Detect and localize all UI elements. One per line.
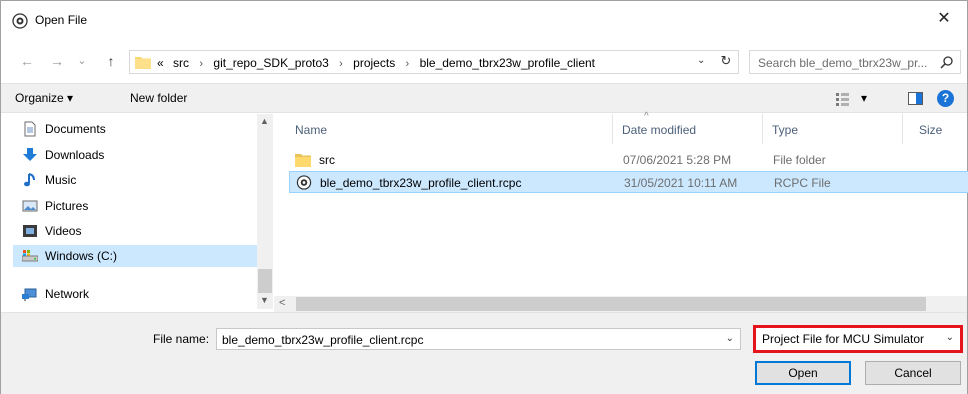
view-grid-icon [836, 93, 849, 106]
sidebar-item-label: Network [45, 287, 90, 301]
sidebar-item-label: Documents [45, 122, 106, 136]
table-row-selected[interactable]: ble_demo_tbrx23w_profile_client.rcpc 31/… [289, 171, 968, 193]
organize-button[interactable]: Organize ▾ [15, 91, 73, 105]
column-header-date-modified[interactable]: Date modified [622, 123, 696, 137]
column-divider[interactable] [902, 114, 903, 144]
refresh-button[interactable]: ↻ [716, 53, 736, 71]
network-icon [22, 288, 37, 301]
sidebar-item-label: Pictures [45, 199, 89, 213]
search-box[interactable]: Search ble_demo_tbrx23w_pr... [749, 50, 961, 74]
file-type-filter-select[interactable]: Project File for MCU Simulator ⌄ [753, 325, 963, 353]
drive-icon [22, 250, 38, 262]
breadcrumb-item-projects[interactable]: projects [353, 56, 395, 70]
file-date: 07/06/2021 5:28 PM [623, 153, 732, 167]
table-row[interactable]: src 07/06/2021 5:28 PM File folder [289, 149, 968, 171]
cancel-button[interactable]: Cancel [865, 361, 961, 385]
breadcrumb-item-git-repo[interactable]: git_repo_SDK_proto3 [213, 56, 328, 70]
breadcrumb-item-current[interactable]: ble_demo_tbrx23w_profile_client [420, 56, 595, 70]
back-button[interactable]: ← [17, 51, 37, 73]
file-name: ble_demo_tbrx23w_profile_client.rcpc [320, 176, 522, 190]
sidebar-item-label: Music [45, 173, 77, 187]
open-file-dialog: Open File ✕ ← → ⌄ ↑ « src › git_repo_SDK… [0, 0, 968, 394]
file-name-value[interactable]: ble_demo_tbrx23w_profile_client.rcpc [222, 333, 423, 347]
chevron-down-icon: ▾ [861, 91, 868, 105]
chevron-down-icon[interactable]: ⌄ [726, 333, 734, 344]
videos-icon [23, 225, 37, 237]
file-type: File folder [773, 153, 826, 167]
column-header-type[interactable]: Type [772, 123, 798, 137]
sidebar-item-videos[interactable]: Videos [13, 220, 258, 242]
music-icon [24, 173, 35, 187]
breadcrumb-item-src[interactable]: src [173, 56, 189, 70]
file-type: RCPC File [774, 176, 831, 190]
close-button[interactable]: ✕ [921, 1, 967, 39]
search-input[interactable]: Search ble_demo_tbrx23w_pr... [758, 56, 927, 70]
address-bar[interactable]: « src › git_repo_SDK_proto3 › projects ›… [129, 50, 739, 74]
scrollbar-thumb[interactable] [296, 297, 926, 311]
scroll-up-arrow-icon[interactable]: ▲ [260, 116, 269, 126]
sidebar-item-network[interactable]: Network [13, 283, 258, 305]
documents-icon [24, 121, 36, 137]
column-divider[interactable] [762, 114, 763, 144]
breadcrumb: « src › git_repo_SDK_proto3 › projects ›… [157, 56, 595, 70]
breadcrumb-separator[interactable]: › [199, 58, 203, 70]
search-icon[interactable] [940, 55, 954, 69]
folder-icon [135, 57, 151, 69]
scroll-left-arrow-icon[interactable]: < [279, 297, 285, 309]
sidebar-item-windows-c[interactable]: Windows (C:) [13, 245, 258, 267]
column-header-size[interactable]: Size [919, 123, 942, 137]
breadcrumb-separator[interactable]: › [406, 58, 410, 70]
file-list: ^ Name Date modified Type Size src 07/06… [274, 111, 968, 309]
change-view-button[interactable]: ▾ [836, 91, 876, 107]
downloads-icon [23, 148, 37, 161]
sidebar-item-downloads[interactable]: Downloads [13, 144, 258, 166]
file-type-filter-value[interactable]: Project File for MCU Simulator [762, 332, 924, 346]
navigation-scrollbar[interactable]: ▲ ▼ [257, 114, 273, 309]
sidebar-item-pictures[interactable]: Pictures [13, 195, 258, 217]
window-title: Open File [35, 13, 88, 27]
sidebar-item-documents[interactable]: Documents [13, 118, 258, 140]
file-date: 31/05/2021 10:11 AM [624, 176, 738, 190]
sort-ascending-icon: ^ [644, 111, 649, 122]
recent-locations-button[interactable]: ⌄ [72, 51, 92, 73]
dialog-footer: File name: ble_demo_tbrx23w_profile_clie… [1, 312, 967, 394]
command-toolbar: Organize ▾ New folder ▾ ? [1, 83, 967, 113]
column-divider[interactable] [612, 114, 613, 144]
rcpc-file-icon [296, 175, 312, 190]
address-dropdown-icon[interactable]: ⌄ [697, 55, 705, 66]
open-button[interactable]: Open [755, 361, 851, 385]
forward-button[interactable]: → [47, 51, 67, 73]
up-button[interactable]: ↑ [101, 51, 121, 73]
sidebar-item-label: Windows (C:) [45, 249, 118, 263]
scroll-down-arrow-icon[interactable]: ▼ [260, 295, 269, 305]
sidebar-item-label: Videos [45, 224, 82, 238]
column-header-name[interactable]: Name [295, 123, 327, 137]
file-name: src [319, 153, 335, 167]
navigation-pane: Documents Downloads Music Pictures Video… [1, 114, 273, 309]
help-icon[interactable]: ? [937, 90, 954, 107]
scrollbar-thumb[interactable] [258, 269, 272, 293]
folder-icon [295, 154, 311, 167]
breadcrumb-overflow[interactable]: « [157, 56, 164, 70]
file-name-label: File name: [153, 332, 210, 346]
pictures-icon [22, 200, 38, 212]
preview-pane-icon[interactable] [908, 92, 923, 105]
sidebar-item-label: Downloads [45, 148, 105, 162]
new-folder-button[interactable]: New folder [130, 91, 187, 105]
title-bar: Open File ✕ [1, 1, 967, 39]
app-icon [12, 13, 28, 29]
horizontal-scrollbar[interactable]: < [274, 296, 967, 312]
sidebar-item-music[interactable]: Music [13, 169, 258, 191]
breadcrumb-separator[interactable]: › [339, 58, 343, 70]
chevron-down-icon[interactable]: ⌄ [946, 332, 954, 343]
file-name-field[interactable]: ble_demo_tbrx23w_profile_client.rcpc ⌄ [216, 328, 741, 350]
